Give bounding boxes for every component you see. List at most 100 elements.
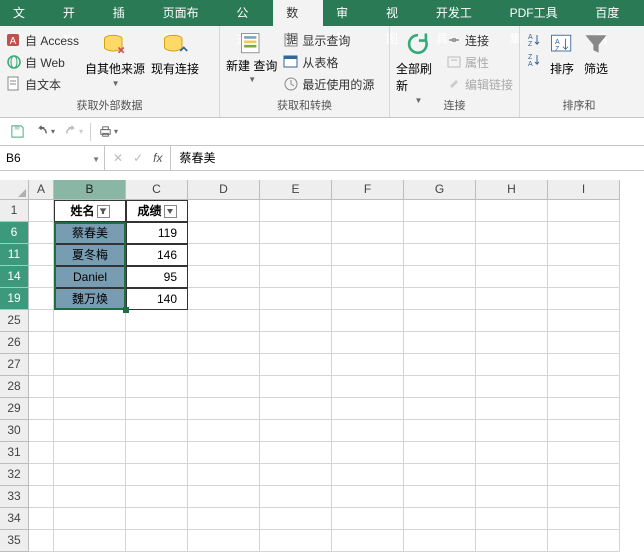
cell-B30[interactable] [54, 420, 126, 442]
tab-dev[interactable]: 开发工具 [423, 0, 497, 26]
from-web[interactable]: 自 Web [6, 52, 79, 72]
cell-E26[interactable] [260, 332, 332, 354]
cell-F34[interactable] [332, 508, 404, 530]
cell-I27[interactable] [548, 354, 620, 376]
tab-file[interactable]: 文件 [0, 0, 50, 26]
cell-C31[interactable] [126, 442, 188, 464]
cell-E14[interactable] [260, 266, 332, 288]
cell-H29[interactable] [476, 398, 548, 420]
cell-H26[interactable] [476, 332, 548, 354]
row-header-26[interactable]: 26 [0, 332, 29, 354]
cell-B31[interactable] [54, 442, 126, 464]
cell-F11[interactable] [332, 244, 404, 266]
cell-I1[interactable] [548, 200, 620, 222]
cell-B26[interactable] [54, 332, 126, 354]
row-header-28[interactable]: 28 [0, 376, 29, 398]
sort-asc[interactable]: AZ [526, 30, 542, 50]
cell-C14[interactable]: 95 [126, 266, 188, 288]
cell-D28[interactable] [188, 376, 260, 398]
tab-baidu[interactable]: 百度网 [582, 0, 644, 26]
tab-insert[interactable]: 插入 [100, 0, 150, 26]
cell-G1[interactable] [404, 200, 476, 222]
cell-C27[interactable] [126, 354, 188, 376]
cell-E6[interactable] [260, 222, 332, 244]
cell-H27[interactable] [476, 354, 548, 376]
cell-H19[interactable] [476, 288, 548, 310]
cell-A33[interactable] [29, 486, 54, 508]
sort-big[interactable]: AZ 排序 [548, 30, 576, 98]
cell-D34[interactable] [188, 508, 260, 530]
cell-F30[interactable] [332, 420, 404, 442]
name-box[interactable]: B6▼ [0, 146, 105, 171]
col-header-D[interactable]: D [188, 180, 260, 200]
cell-E29[interactable] [260, 398, 332, 420]
cell-A14[interactable] [29, 266, 54, 288]
tab-review[interactable]: 审阅 [323, 0, 373, 26]
cell-C34[interactable] [126, 508, 188, 530]
cell-A26[interactable] [29, 332, 54, 354]
cell-C19[interactable]: 140 [126, 288, 188, 310]
cell-F14[interactable] [332, 266, 404, 288]
cell-G34[interactable] [404, 508, 476, 530]
cell-B19[interactable]: 魏万焕 [54, 288, 126, 310]
cell-B29[interactable] [54, 398, 126, 420]
cell-A31[interactable] [29, 442, 54, 464]
row-header-29[interactable]: 29 [0, 398, 29, 420]
cell-F1[interactable] [332, 200, 404, 222]
cell-F19[interactable] [332, 288, 404, 310]
cell-E30[interactable] [260, 420, 332, 442]
cell-B25[interactable] [54, 310, 126, 332]
cell-E33[interactable] [260, 486, 332, 508]
formula-input[interactable]: 蔡春美 [171, 146, 644, 171]
row-header-27[interactable]: 27 [0, 354, 29, 376]
row-header-30[interactable]: 30 [0, 420, 29, 442]
cell-I19[interactable] [548, 288, 620, 310]
cell-C28[interactable] [126, 376, 188, 398]
cell-D32[interactable] [188, 464, 260, 486]
cell-F26[interactable] [332, 332, 404, 354]
cell-G27[interactable] [404, 354, 476, 376]
select-all-corner[interactable] [0, 180, 29, 200]
accept-icon[interactable]: ✓ [133, 151, 143, 165]
tab-pdf[interactable]: PDF工具集 [497, 0, 583, 26]
cell-F33[interactable] [332, 486, 404, 508]
row-header-34[interactable]: 34 [0, 508, 29, 530]
cell-H33[interactable] [476, 486, 548, 508]
redo-button[interactable]: ▾ [62, 121, 84, 143]
tab-layout[interactable]: 页面布局 [150, 0, 224, 26]
cell-D1[interactable] [188, 200, 260, 222]
cell-G11[interactable] [404, 244, 476, 266]
cell-H6[interactable] [476, 222, 548, 244]
cell-D31[interactable] [188, 442, 260, 464]
cell-B28[interactable] [54, 376, 126, 398]
cell-B14[interactable]: Daniel [54, 266, 126, 288]
cell-C26[interactable] [126, 332, 188, 354]
col-header-G[interactable]: G [404, 180, 476, 200]
cell-I29[interactable] [548, 398, 620, 420]
show-query[interactable]: 显示查询 [283, 30, 374, 50]
cell-G33[interactable] [404, 486, 476, 508]
cell-E34[interactable] [260, 508, 332, 530]
cell-A28[interactable] [29, 376, 54, 398]
recent-sources[interactable]: 最近使用的源 [283, 74, 374, 94]
row-header-1[interactable]: 1 [0, 200, 29, 222]
cell-I34[interactable] [548, 508, 620, 530]
cell-F27[interactable] [332, 354, 404, 376]
cell-H11[interactable] [476, 244, 548, 266]
row-header-31[interactable]: 31 [0, 442, 29, 464]
undo-button[interactable]: ▾ [34, 121, 56, 143]
cell-E25[interactable] [260, 310, 332, 332]
cell-E32[interactable] [260, 464, 332, 486]
cell-D11[interactable] [188, 244, 260, 266]
refresh-all[interactable]: 全部刷新▼ [396, 30, 440, 98]
cell-G26[interactable] [404, 332, 476, 354]
row-header-11[interactable]: 11 [0, 244, 29, 266]
from-text[interactable]: 自文本 [6, 74, 79, 94]
cell-D33[interactable] [188, 486, 260, 508]
cell-E28[interactable] [260, 376, 332, 398]
cell-A34[interactable] [29, 508, 54, 530]
cell-G29[interactable] [404, 398, 476, 420]
col-header-A[interactable]: A [29, 180, 54, 200]
col-header-B[interactable]: B [54, 180, 126, 200]
cell-A30[interactable] [29, 420, 54, 442]
